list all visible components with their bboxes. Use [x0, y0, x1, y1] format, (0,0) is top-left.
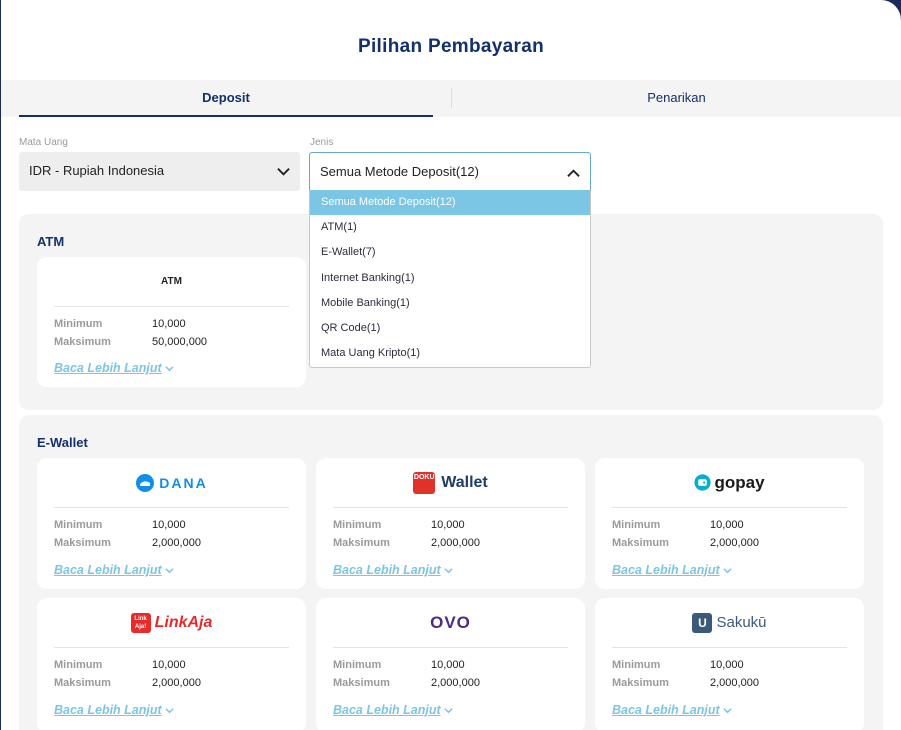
payment-card-linkaja[interactable]: Link Aja! LinkAja Minimum 10,000 Maksimum… [37, 598, 306, 730]
tab-bar: Deposit Penarikan [1, 80, 901, 117]
chevron-down-icon [444, 568, 453, 574]
tab-withdraw[interactable]: Penarikan [452, 80, 901, 117]
atm-logo: ATM [161, 276, 182, 287]
payment-options-modal: Pilihan Pembayaran Deposit Penarikan Mat… [1, 0, 901, 730]
type-value: Semua Metode Deposit(12) [320, 164, 479, 179]
chevron-down-icon [277, 168, 290, 176]
chevron-down-icon [165, 366, 174, 372]
currency-label: Mata Uang [19, 137, 68, 148]
type-option[interactable]: Semua Metode Deposit(12) [310, 190, 590, 216]
dana-logo: DANA [37, 458, 306, 507]
section-ewallet: E-Wallet DANA Minimum 10,000 Maksimum 2,00… [19, 415, 883, 730]
read-more-link[interactable]: Baca Lebih Lanjut [333, 563, 453, 577]
read-more-link[interactable]: Baca Lebih Lanjut [54, 361, 174, 375]
type-option[interactable]: E-Wallet(7) [310, 240, 590, 265]
section-title: E-Wallet [37, 435, 88, 450]
type-option[interactable]: QR Code(1) [310, 316, 590, 341]
chevron-up-icon [567, 169, 580, 177]
gopay-logo: gopay [595, 458, 864, 507]
tab-deposit[interactable]: Deposit [19, 80, 433, 117]
chevron-down-icon [165, 568, 174, 574]
sakuku-logo: U Sakukū [595, 598, 864, 647]
payment-card-gopay[interactable]: gopay Minimum 10,000 Maksimum 2,000,000 Ba… [595, 458, 864, 589]
section-title: ATM [37, 234, 65, 249]
read-more-link[interactable]: Baca Lebih Lanjut [612, 563, 732, 577]
payment-card-atm[interactable]: ATM Minimum 10,000 Maksimum 50,000,000 Bac… [37, 257, 306, 387]
currency-select[interactable]: IDR - Rupiah Indonesia [19, 152, 300, 191]
doku-icon: DOKU [413, 471, 436, 494]
chevron-down-icon [444, 708, 453, 714]
currency-value: IDR - Rupiah Indonesia [29, 163, 165, 178]
type-label: Jenis [310, 137, 334, 148]
type-option[interactable]: Mobile Banking(1) [310, 291, 590, 316]
type-dropdown: Semua Metode Deposit(12) ATM(1) E-Wallet… [309, 190, 591, 368]
read-more-link[interactable]: Baca Lebih Lanjut [54, 563, 174, 577]
chevron-down-icon [723, 568, 732, 574]
ovo-logo: OVO [430, 612, 471, 632]
type-option[interactable]: ATM(1) [310, 215, 590, 240]
dana-icon [136, 473, 155, 492]
linkaja-logo: Link Aja! LinkAja [37, 598, 306, 647]
payment-card-doku-wallet[interactable]: DOKU Wallet Minimum 10,000 Maksimum 2,000,… [316, 458, 585, 589]
sakuku-icon: U [692, 612, 713, 633]
payment-card-ovo[interactable]: OVO Minimum 10,000 Maksimum 2,000,000 Baca… [316, 598, 585, 730]
linkaja-icon: Link Aja! [130, 612, 151, 633]
doku-logo: DOKU Wallet [316, 458, 585, 507]
page-title: Pilihan Pembayaran [358, 36, 544, 57]
gopay-icon [694, 474, 712, 491]
read-more-link[interactable]: Baca Lebih Lanjut [333, 703, 453, 717]
type-option[interactable]: Mata Uang Kripto(1) [310, 341, 590, 366]
chevron-down-icon [723, 708, 732, 714]
type-option[interactable]: Internet Banking(1) [310, 266, 590, 291]
read-more-link[interactable]: Baca Lebih Lanjut [54, 703, 174, 717]
payment-card-dana[interactable]: DANA Minimum 10,000 Maksimum 2,000,000 Bac… [37, 458, 306, 589]
type-select[interactable]: Semua Metode Deposit(12) [309, 152, 591, 191]
payment-card-sakuku[interactable]: U Sakukū Minimum 10,000 Maksimum 2,000,000… [595, 598, 864, 730]
chevron-down-icon [165, 708, 174, 714]
read-more-link[interactable]: Baca Lebih Lanjut [612, 703, 732, 717]
